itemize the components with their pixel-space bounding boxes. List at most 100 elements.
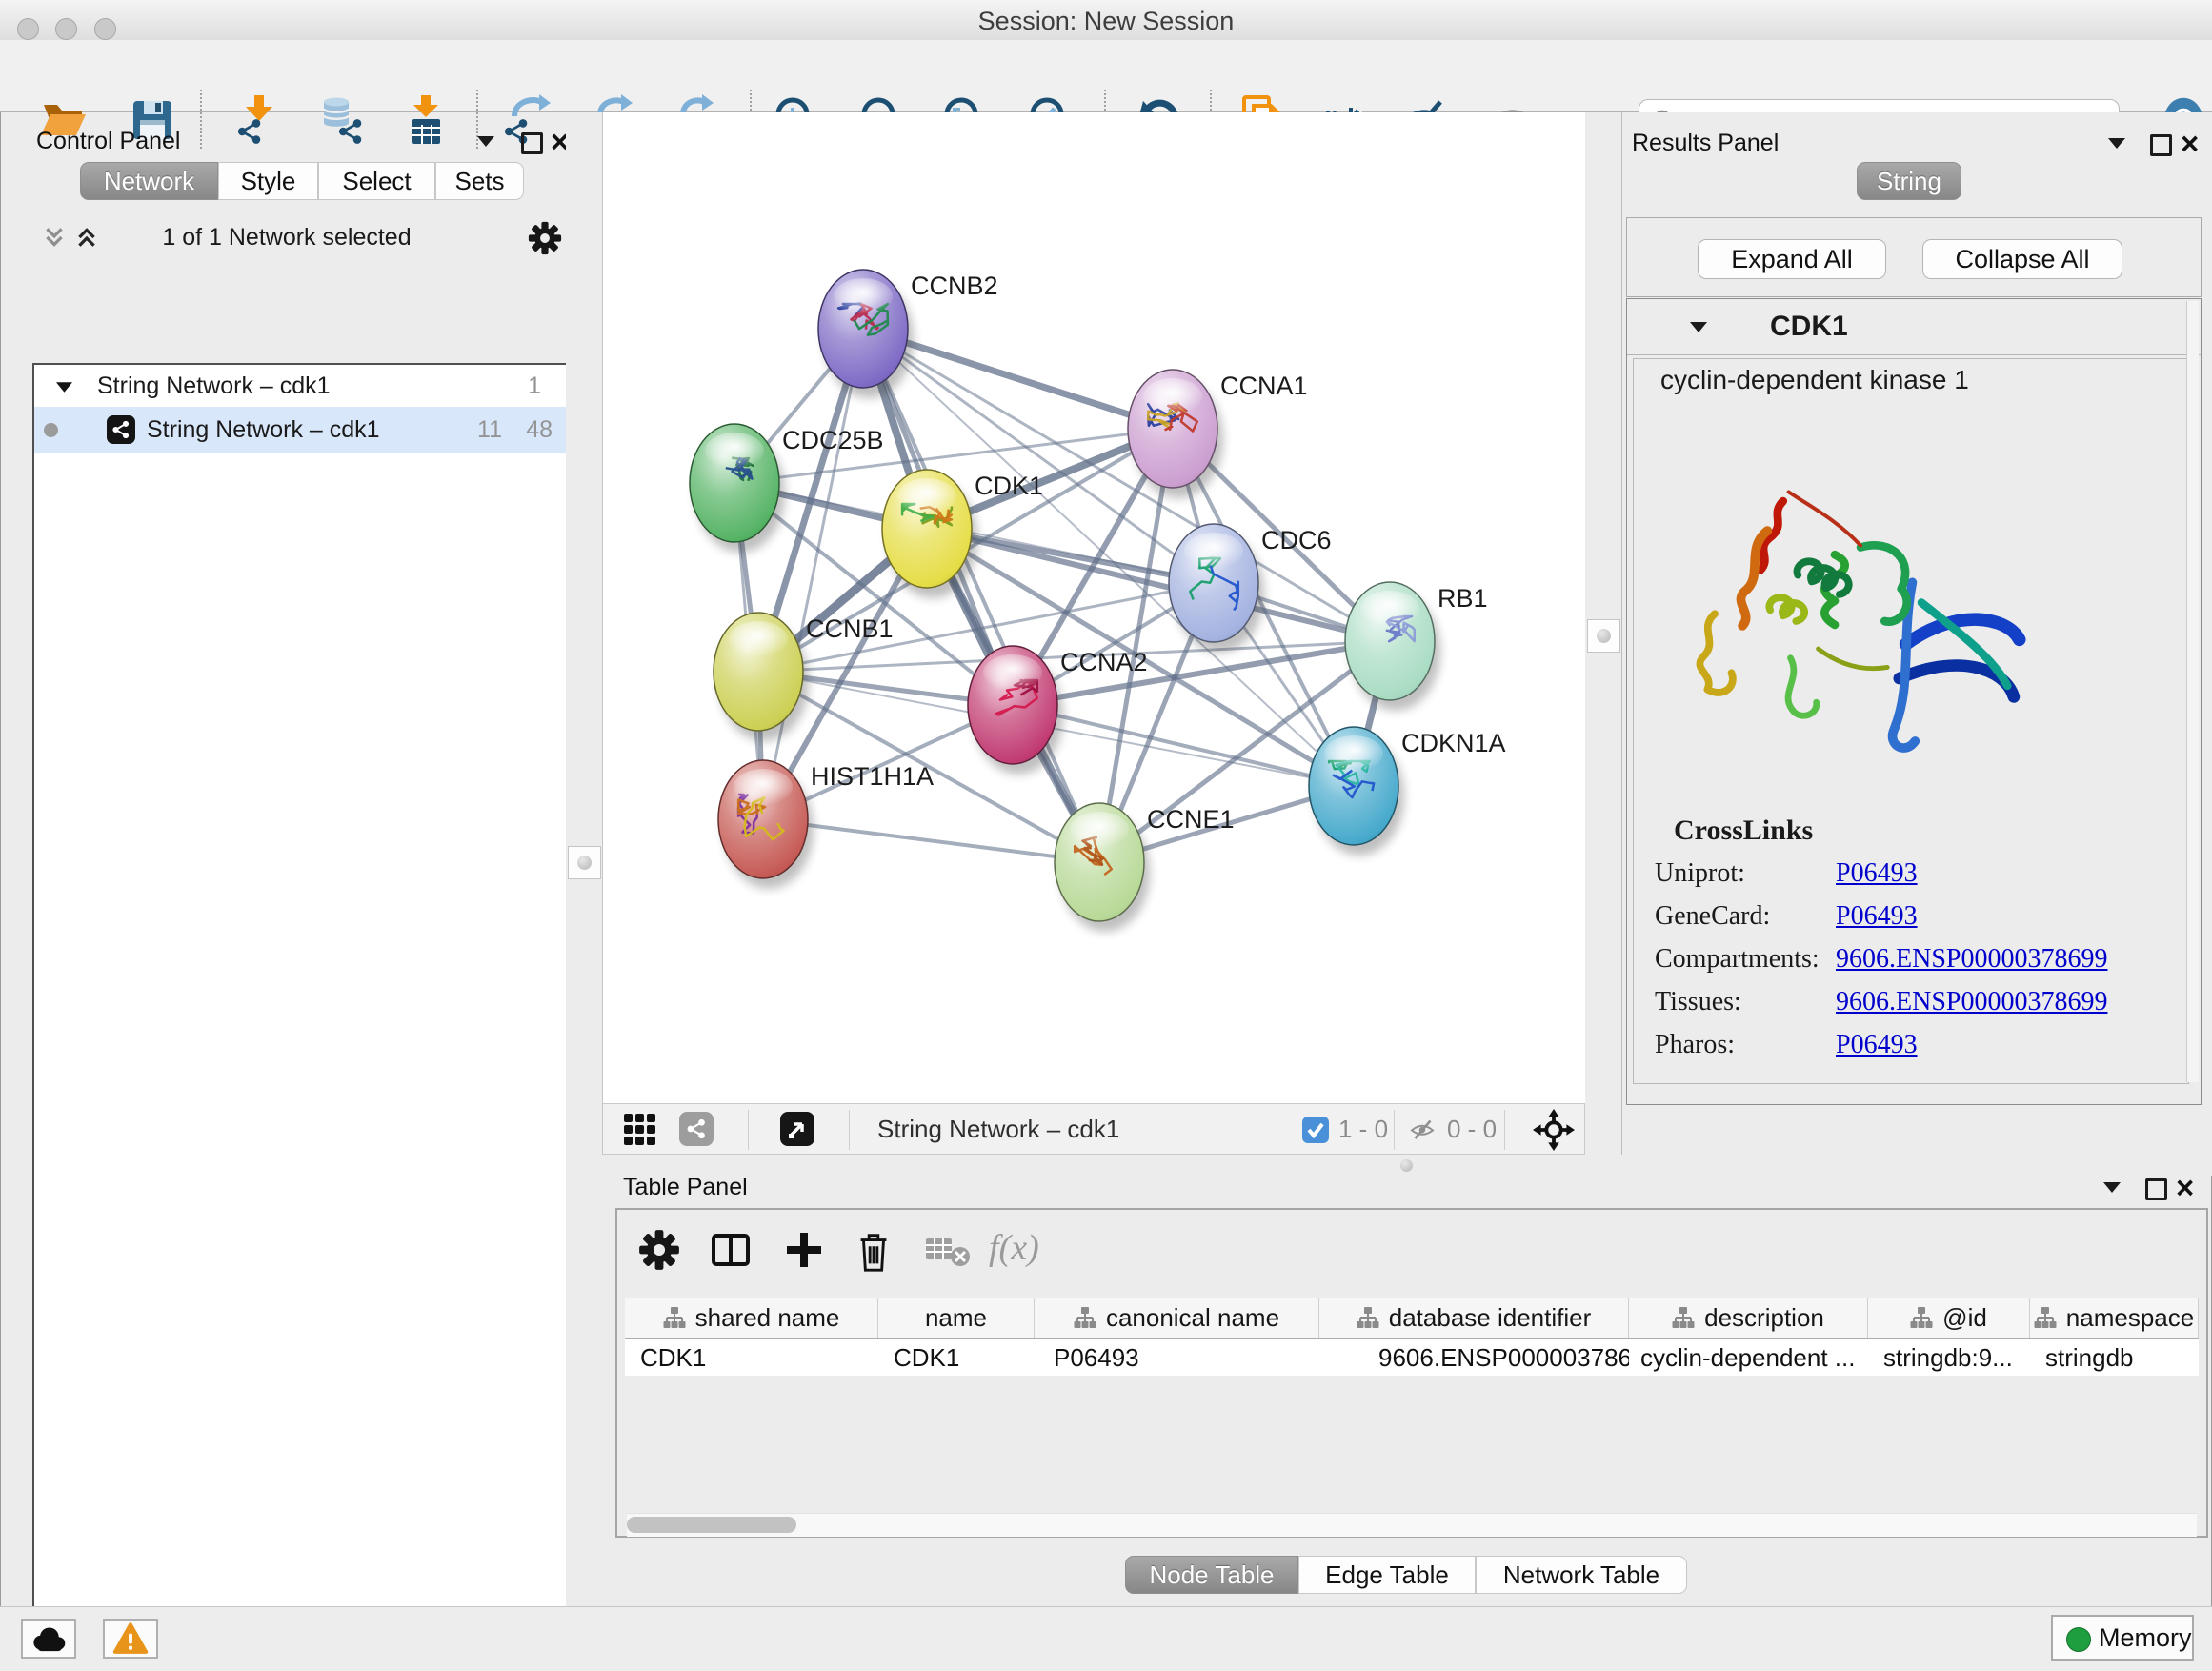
tab-node-table[interactable]: Node Table (1125, 1556, 1298, 1594)
column-header--id[interactable]: @id (1868, 1298, 2030, 1338)
network-canvas[interactable]: CCNB2CCNA1CDC25BCDK1CDC6RB1CCNB1CCNA2CDK… (602, 112, 1585, 1103)
right-splitter[interactable] (1585, 112, 1621, 1155)
right-splitter-handle[interactable] (1587, 619, 1620, 653)
open-in-new-window-icon[interactable] (780, 1112, 814, 1146)
crosslink-tissues-link[interactable]: 9606.ENSP00000378699 (1836, 987, 2107, 1017)
column-header-canonical-name[interactable]: canonical name (1035, 1298, 1319, 1338)
results-panel-float-icon[interactable] (2150, 134, 2172, 156)
network-node-ccnb2[interactable] (818, 270, 914, 398)
add-column-icon[interactable] (783, 1229, 825, 1271)
network-collection-row[interactable]: String Network – cdk1 1 (34, 365, 566, 407)
separator (849, 1110, 850, 1150)
column-header-namespace[interactable]: namespace (2030, 1298, 2199, 1338)
collapse-all-button[interactable]: Collapse All (1922, 239, 2122, 279)
table-scrollbar-handle[interactable] (627, 1517, 796, 1533)
control-panel-float-icon[interactable] (521, 132, 543, 154)
control-panel-menu-caret[interactable] (477, 136, 494, 147)
table-cell[interactable]: 9606.ENSP00000378699 (1319, 1339, 1629, 1376)
function-builder-icon-disabled: f(x) (989, 1227, 1039, 1269)
section-gene-name: CDK1 (1770, 299, 1848, 354)
network-edge[interactable] (763, 819, 1099, 862)
network-node-rb1[interactable] (1345, 582, 1440, 711)
table-cell[interactable]: stringdb:9... (1868, 1339, 2030, 1376)
pan-crosshair-icon[interactable] (1533, 1109, 1575, 1151)
left-splitter-handle[interactable] (568, 846, 601, 879)
collection-label: String Network – cdk1 (97, 365, 331, 407)
network-node-hist1h1a[interactable] (718, 760, 814, 889)
network-graph[interactable]: CCNB2CCNA1CDC25BCDK1CDC6RB1CCNB1CCNA2CDK… (603, 112, 1586, 1103)
network-node-ccnb1[interactable] (714, 613, 809, 741)
crosslink-uniprot-link[interactable]: P06493 (1836, 858, 1918, 889)
tab-style[interactable]: Style (218, 162, 318, 200)
column-type-icon (1357, 1306, 1379, 1329)
table-cell[interactable]: cyclin-dependent ... (1629, 1339, 1868, 1376)
table-cell[interactable]: CDK1 (878, 1339, 1035, 1376)
crosslink-label: GeneCard: (1655, 901, 1770, 932)
collection-disclosure-icon[interactable] (55, 380, 73, 393)
delete-column-trash-icon[interactable] (853, 1229, 895, 1273)
network-node-cdc25b[interactable] (690, 424, 785, 553)
results-panel: Results Panel × String Expand All Collap… (1621, 112, 2212, 1155)
table-cell[interactable]: P06493 (1035, 1339, 1319, 1376)
network-node-ccna2[interactable] (968, 646, 1063, 775)
column-header-description[interactable]: description (1629, 1298, 1868, 1338)
table-panel-close-icon[interactable]: × (2176, 1176, 2194, 1200)
cloud-status-button[interactable] (21, 1619, 76, 1659)
expand-all-button[interactable]: Expand All (1698, 239, 1886, 279)
tab-network[interactable]: Network (80, 162, 218, 200)
tab-edge-table[interactable]: Edge Table (1298, 1556, 1476, 1594)
show-columns-icon[interactable] (710, 1229, 752, 1271)
network-edge-count: 48 (526, 407, 553, 453)
tab-network-table[interactable]: Network Table (1476, 1556, 1687, 1594)
network-type-icon (107, 415, 135, 444)
table-cell[interactable]: stringdb (2030, 1339, 2199, 1376)
table-row[interactable]: CDK1CDK1P064939606.ENSP00000378699cyclin… (625, 1339, 2199, 1376)
column-header-database-identifier[interactable]: database identifier (1319, 1298, 1629, 1338)
node-label-cdc6: CDC6 (1261, 526, 1332, 554)
crosslink-pharos-link[interactable]: P06493 (1836, 1030, 1918, 1060)
warning-status-button[interactable] (103, 1619, 158, 1659)
node-label-ccne1: CCNE1 (1147, 805, 1235, 834)
tab-select[interactable]: Select (318, 162, 435, 200)
cloud-icon (30, 1625, 68, 1652)
table-horizontal-scrollbar[interactable] (627, 1513, 2197, 1537)
table-panel-menu-caret[interactable] (2103, 1182, 2121, 1193)
memory-label: Memory (2099, 1623, 2192, 1653)
column-header-name[interactable]: name (878, 1298, 1035, 1338)
results-panel-title: Results Panel (1632, 130, 1779, 157)
table-panel-float-icon[interactable] (2145, 1178, 2167, 1200)
network-badge-icon[interactable] (679, 1112, 714, 1146)
column-type-icon (1672, 1306, 1695, 1329)
network-options-gear-icon[interactable] (528, 221, 562, 255)
table-cell[interactable]: CDK1 (625, 1339, 878, 1376)
network-edge[interactable] (1013, 705, 1354, 786)
tab-string[interactable]: String (1857, 162, 1961, 200)
table-panel-title: Table Panel (623, 1174, 748, 1201)
node-table: shared namenamecanonical namedatabase id… (625, 1298, 2199, 1376)
network-row-selected[interactable]: String Network – cdk1 11 48 (34, 407, 566, 453)
column-type-icon (2034, 1306, 2057, 1329)
grid-view-icon[interactable] (624, 1114, 656, 1146)
network-node-count: 11 (477, 407, 502, 453)
tab-sets[interactable]: Sets (435, 162, 524, 200)
table-options-gear-icon[interactable] (638, 1229, 680, 1271)
results-panel-close-icon[interactable]: × (2181, 131, 2199, 156)
network-node-cdkn1a[interactable] (1309, 727, 1404, 856)
crosslink-row: Pharos:P06493 (1634, 1030, 2188, 1073)
crosslink-genecard-link[interactable]: P06493 (1836, 901, 1918, 932)
application-window: Session: New Session (0, 0, 2212, 1671)
section-disclosure-icon[interactable] (1690, 322, 1707, 332)
crosslink-compartments-link[interactable]: 9606.ENSP00000378699 (1836, 944, 2107, 975)
left-splitter[interactable] (566, 112, 602, 1606)
network-node-cdc6[interactable] (1169, 524, 1264, 653)
selected-checkbox-icon[interactable] (1302, 1117, 1329, 1143)
column-header-shared-name[interactable]: shared name (625, 1298, 878, 1338)
hidden-eye-slash-icon[interactable] (1405, 1117, 1439, 1143)
section-header-cdk1[interactable]: CDK1 (1627, 299, 2201, 355)
network-tree: String Network – cdk1 1 String Network –… (32, 363, 568, 1671)
results-scrollbar[interactable] (2186, 301, 2199, 1082)
network-node-ccne1[interactable] (1055, 803, 1150, 932)
control-panel: Control Panel × NetworkStyleSelectSets 1… (8, 112, 566, 1597)
results-panel-menu-caret[interactable] (2108, 138, 2125, 149)
memory-status-button[interactable]: Memory (2051, 1615, 2194, 1661)
